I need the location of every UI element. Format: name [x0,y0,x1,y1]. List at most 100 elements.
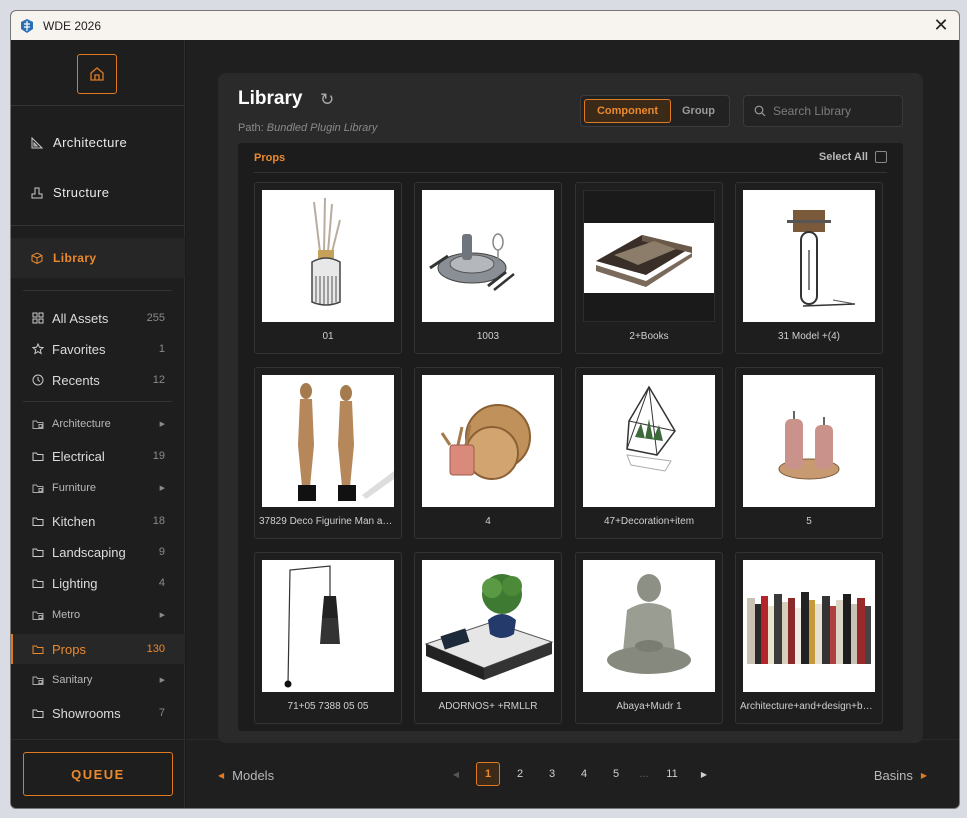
hanging-lamp-thumbnail-icon [284,565,340,688]
sidebar-item-electrical[interactable]: Electrical 19 [11,441,185,471]
folder-group-icon [32,484,44,493]
asset-card[interactable]: Abaya+Mudr 1 [575,552,723,724]
sidebar-item-kitchen[interactable]: Kitchen 18 [11,506,185,536]
folder-icon [32,645,44,654]
sidebar-item-label: Furniture [52,482,97,494]
page-button[interactable]: 11 [660,762,684,786]
sidebar-item-furniture[interactable]: Furniture ▶ [11,473,185,503]
select-all[interactable]: Select All [819,151,887,163]
grid-icon [32,312,44,324]
toggle-component[interactable]: Component [584,99,671,123]
select-all-label: Select All [818,151,868,163]
books-thumbnail-icon [584,223,714,293]
page-button[interactable]: 2 [508,762,532,786]
nav-library[interactable]: Library [11,238,185,278]
asset-card[interactable]: 47+Decoration+item [575,367,723,539]
structure-icon [31,187,43,198]
tableware-thumbnail-icon [429,233,515,291]
page-button[interactable]: 3 [540,762,564,786]
sidebar-item-label: Lighting [52,575,98,591]
sidebar-item-sanitary[interactable]: Sanitary ▶ [11,665,185,695]
figurine-thumbnail-icon [298,383,394,501]
sidebar-item-props[interactable]: Props 130 [11,634,185,664]
search-icon [754,105,766,117]
folder-icon [32,452,44,461]
expand-arrow-icon: ▶ [159,485,165,492]
sidebar-item-label: Kitchen [52,513,96,529]
queue-button[interactable]: QUEUE [23,752,173,796]
search-box [743,95,903,127]
next-page-button[interactable]: ▶ [692,762,716,786]
search-input[interactable] [773,104,893,118]
folder-group-icon [32,676,44,685]
asset-card[interactable]: 5 [735,367,883,539]
close-button[interactable]: ✕ [929,14,953,36]
sidebar-item-label: Recents [52,372,100,388]
pendant-lamp-thumbnail-icon [787,210,856,307]
divider [23,290,172,291]
next-category-link[interactable]: Basins ▶ [874,768,927,783]
sidebar-item-all-assets[interactable]: All Assets 255 [11,303,185,333]
asset-card[interactable]: 4 [414,367,562,539]
star-icon [32,343,44,355]
page-title: Library [238,88,303,109]
cube-icon [31,252,43,264]
prev-page-button[interactable]: ◀ [444,762,468,786]
toggle-group[interactable]: Group [671,99,726,123]
component-group-toggle: Component Group [580,95,730,127]
asset-card[interactable]: 31 Model +(4) [735,182,883,354]
asset-card[interactable]: 1003 [414,182,562,354]
asset-card[interactable]: 01 [254,182,402,354]
next-category-label: Basins [873,768,913,783]
home-button[interactable] [77,54,117,94]
item-count: 4 [158,577,165,589]
asset-card[interactable]: ADORNOS+ +RMLLR [414,552,562,724]
arrow-left-icon: ◀ [218,771,225,780]
item-count: 130 [146,643,165,655]
divider [11,225,184,226]
page-button[interactable]: 1 [476,762,500,786]
expand-arrow-icon: ▶ [159,677,165,684]
asset-label: 31 Model +(4) [778,331,840,342]
refresh-icon[interactable]: ↻ [320,90,334,110]
clock-icon [32,374,44,386]
sidebar-item-architecture[interactable]: Architecture ▶ [11,409,185,439]
sidebar-item-label: Architecture [52,418,111,430]
arrow-right-icon: ▶ [920,771,927,780]
sidebar-item-favorites[interactable]: Favorites 1 [11,334,185,364]
close-icon: ✕ [933,14,949,35]
asset-card[interactable]: 71+05 7388 05 05 [254,552,402,724]
app-logo-icon [21,18,33,33]
cutting-boards-thumbnail-icon [440,404,531,480]
sidebar-item-label: Electrical [52,448,105,464]
nav-library-label: Library [53,251,97,265]
nav-structure[interactable]: Structure [31,185,109,200]
asset-card[interactable]: 37829 Deco Figurine Man and Woman [254,367,402,539]
prev-category-link[interactable]: ◀ Models [218,768,274,783]
sidebar-item-recents[interactable]: Recents 12 [11,365,185,395]
folder-icon [32,709,44,718]
page-button[interactable]: 5 [604,762,628,786]
expand-arrow-icon: ▶ [159,421,165,428]
queue-area: QUEUE [11,739,185,808]
divider [23,401,172,402]
asset-label: 71+05 7388 05 05 [287,701,369,712]
asset-card[interactable]: Architecture+and+design+books [735,552,883,724]
sidebar-item-showrooms[interactable]: Showrooms 7 [11,698,185,728]
buddha-statue-thumbnail-icon [607,574,691,674]
page-button[interactable]: 4 [572,762,596,786]
asset-thumbnail [262,190,394,322]
assets-container: Props Select All 01 1003 2+Books 31 Mode… [238,143,903,731]
asset-card[interactable]: 2+Books [575,182,723,354]
books-row-thumbnail-icon [747,592,871,664]
nav-structure-label: Structure [53,185,110,200]
asset-thumbnail [583,190,715,322]
item-count: 19 [152,450,165,462]
sidebar-item-landscaping[interactable]: Landscaping 9 [11,537,185,567]
item-count: 12 [152,374,165,386]
sidebar-item-lighting[interactable]: Lighting 4 [11,568,185,598]
select-all-checkbox[interactable] [875,151,887,163]
diffuser-thumbnail-icon [311,197,341,306]
nav-architecture[interactable]: Architecture [31,135,127,150]
sidebar-item-metro[interactable]: Metro ▶ [11,600,185,630]
